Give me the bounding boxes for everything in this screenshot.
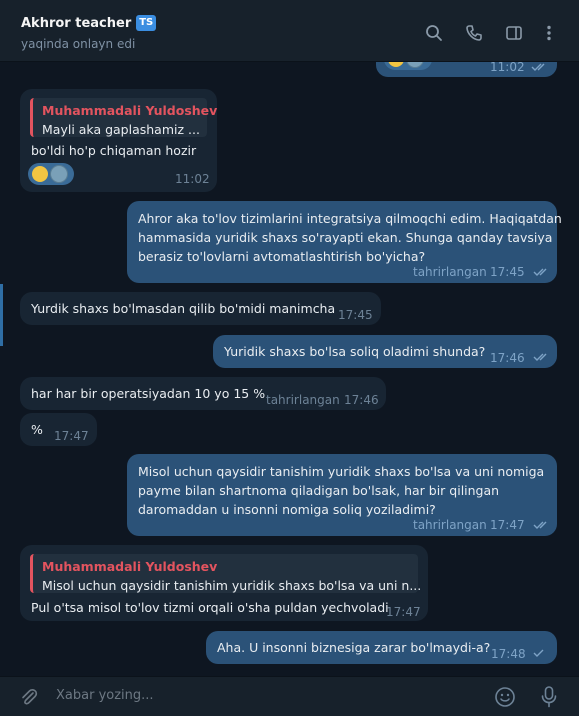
message-time: 11:02 <box>490 62 525 74</box>
contact-status: yaqinda onlayn edi <box>21 37 136 51</box>
reply-text: Misol uchun qaysidir tanishim yuridik sh… <box>42 578 422 593</box>
message-input[interactable]: Xabar yozing... <box>56 688 154 703</box>
reaction-badge[interactable] <box>384 62 432 70</box>
chat-header: Akhror teacher TS yaqinda onlayn edi <box>0 0 579 62</box>
message-text: Yuridik shaxs bo'lsa soliq oladimi shund… <box>224 344 486 359</box>
contact-title[interactable]: Akhror teacher TS <box>21 15 157 31</box>
message-time: 17:46 <box>344 393 379 407</box>
reaction-emoji-icon <box>32 166 48 182</box>
reaction-badge[interactable] <box>28 163 74 185</box>
message-incoming[interactable]: har har bir operatsiyadan 10 yo 15 % tah… <box>20 377 386 410</box>
message-time: 17:47 <box>490 518 525 532</box>
contact-name[interactable]: Akhror teacher <box>21 16 131 31</box>
attach-icon[interactable] <box>19 687 39 707</box>
reply-author: Muhammadali Yuldoshev <box>42 559 218 574</box>
message-incoming[interactable]: Muhammadali Yuldoshev Misol uchun qaysid… <box>20 545 428 621</box>
double-check-icon <box>531 63 545 71</box>
message-list[interactable]: 11:02 Muhammadali Yuldoshev Mayli aka ga… <box>0 62 579 676</box>
scroll-indicator <box>0 284 3 346</box>
emoji-icon[interactable] <box>494 686 516 708</box>
message-text-line: Misol uchun qaysidir tanishim yuridik sh… <box>138 464 545 479</box>
reply-text: Mayli aka gaplashamiz ... <box>42 122 200 137</box>
reply-preview[interactable]: Muhammadali Yuldoshev Misol uchun qaysid… <box>30 554 422 593</box>
message-incoming[interactable]: Muhammadali Yuldoshev Mayli aka gaplasha… <box>20 89 217 192</box>
single-check-icon <box>533 649 544 657</box>
message-text-line: berasiz to'lovlarni avtomatlashtirish bo… <box>138 249 426 264</box>
message-text: Pul o'tsa misol to'lov tizmi orqali o'sh… <box>31 600 389 615</box>
message-outgoing[interactable]: Ahror aka to'lov tizimlarini integratsiy… <box>127 201 562 283</box>
double-check-icon <box>533 353 547 361</box>
message-text-line: payme bilan shartnoma qiladigan bo'lsak,… <box>138 483 500 498</box>
message-outgoing[interactable]: Yuridik shaxs bo'lsa soliq oladimi shund… <box>213 335 557 368</box>
sidebar-toggle-icon[interactable] <box>505 24 523 42</box>
message-text: Yurdik shaxs bo'lmasdan qilib bo'midi ma… <box>31 301 336 316</box>
message-text: % <box>31 422 43 437</box>
message-outgoing[interactable]: Aha. U insonni biznesiga zarar bo'lmaydi… <box>206 631 557 664</box>
message-incoming[interactable]: % 17:47 <box>20 413 97 446</box>
message-composer: Xabar yozing... <box>0 676 579 716</box>
double-check-icon <box>533 268 547 276</box>
reaction-emoji-icon <box>388 62 404 67</box>
message-text-line: hammasida yuridik shaxs so'rayapti ekan.… <box>138 230 553 245</box>
message-text: har har bir operatsiyadan 10 yo 15 % <box>31 386 266 401</box>
reply-preview[interactable]: Muhammadali Yuldoshev Mayli aka gaplasha… <box>30 98 217 137</box>
message-outgoing[interactable]: 11:02 <box>376 62 557 77</box>
message-text: Aha. U insonni biznesiga zarar bo'lmaydi… <box>217 640 491 655</box>
edited-label: tahrirlangan <box>413 518 487 532</box>
edited-label: tahrirlangan <box>413 265 487 279</box>
message-text: bo'ldi ho'p chiqaman hozir <box>31 143 197 158</box>
message-outgoing[interactable]: Misol uchun qaysidir tanishim yuridik sh… <box>127 454 557 536</box>
message-text-line: Ahror aka to'lov tizimlarini integratsiy… <box>138 211 562 226</box>
message-time: 17:47 <box>54 429 89 443</box>
contact-tag-badge: TS <box>136 15 157 31</box>
edited-label: tahrirlangan <box>266 393 340 407</box>
message-time: 17:47 <box>386 605 421 619</box>
double-check-icon <box>533 521 547 529</box>
microphone-icon[interactable] <box>539 685 559 709</box>
message-time: 17:45 <box>338 308 373 322</box>
message-time: 17:45 <box>490 265 525 279</box>
message-text-line: daromaddan u insonni nomiga soliq yozila… <box>138 502 436 517</box>
message-time: 17:48 <box>491 647 526 661</box>
message-time: 11:02 <box>175 172 210 186</box>
message-incoming[interactable]: Yurdik shaxs bo'lmasdan qilib bo'midi ma… <box>20 292 381 325</box>
search-icon[interactable] <box>425 24 443 42</box>
phone-icon[interactable] <box>465 24 483 42</box>
reaction-avatar-icon <box>406 62 424 68</box>
more-options-icon[interactable] <box>540 24 558 42</box>
reaction-avatar-icon <box>50 165 68 183</box>
reply-author: Muhammadali Yuldoshev <box>42 103 218 118</box>
message-time: 17:46 <box>490 351 525 365</box>
